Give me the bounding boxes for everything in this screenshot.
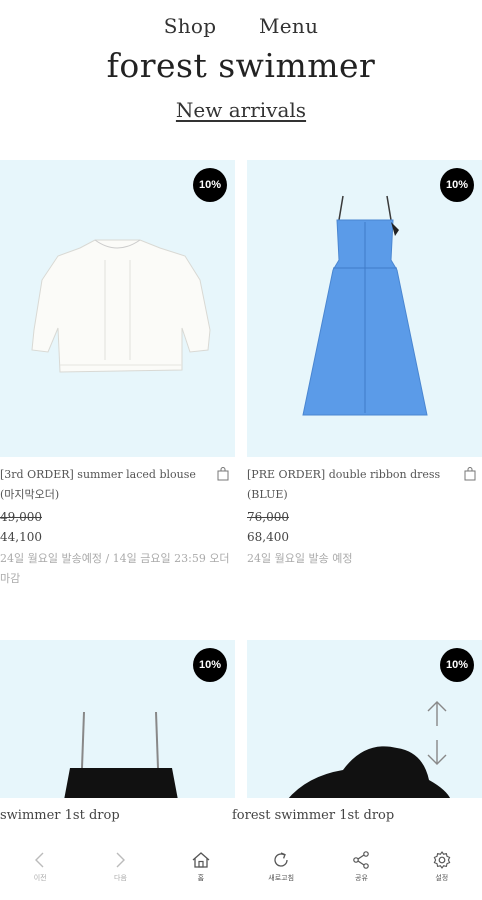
sale-price: 68,400: [247, 530, 289, 544]
bottom-bar: swimmer 1st drop forest swimmer 1st drop…: [0, 798, 482, 900]
share-button[interactable]: 공유: [321, 850, 401, 900]
discount-badge: 10%: [440, 648, 474, 682]
new-arrivals-link[interactable]: New arrivals: [176, 98, 306, 122]
refresh-label: 새로고침: [268, 874, 295, 882]
brand-logo[interactable]: forest swimmer: [0, 46, 482, 85]
home-icon: [192, 852, 210, 868]
shopping-bag-icon[interactable]: [217, 467, 229, 481]
nav-shop-link[interactable]: Shop: [164, 14, 217, 38]
product-image[interactable]: 10%: [0, 160, 235, 457]
refresh-button[interactable]: 새로고침: [241, 850, 321, 900]
marquee-banner[interactable]: swimmer 1st drop forest swimmer 1st drop: [0, 798, 482, 834]
site-header: Shop Menu forest swimmer New arrivals: [0, 0, 482, 150]
original-price: 49,000: [0, 510, 42, 524]
shopping-bag-icon[interactable]: [464, 467, 476, 481]
scroll-arrows[interactable]: [422, 698, 452, 770]
scroll-up-icon[interactable]: [427, 701, 447, 726]
prev-button[interactable]: 이전: [0, 850, 80, 900]
settings-button[interactable]: 설정: [402, 850, 482, 900]
dress-image: [302, 195, 428, 416]
home-label: 홈: [197, 874, 205, 882]
next-label: 다음: [114, 874, 127, 882]
discount-badge: 10%: [193, 168, 227, 202]
sale-price: 44,100: [0, 530, 42, 544]
original-price: 76,000: [247, 510, 289, 524]
product-image[interactable]: 10%: [0, 640, 235, 800]
next-button[interactable]: 다음: [80, 850, 160, 900]
product-name[interactable]: [3rd ORDER] summer laced blouse (마지막오더): [0, 465, 205, 505]
browser-toolbar: 이전 다음 홈 새로고침 공유 설정: [0, 850, 482, 900]
nav-menu-link[interactable]: Menu: [259, 14, 318, 38]
product-image[interactable]: 10%: [247, 160, 482, 457]
chevron-left-icon: [35, 852, 44, 868]
scroll-down-icon[interactable]: [427, 740, 447, 765]
settings-label: 설정: [435, 874, 449, 882]
blouse-image: [31, 239, 211, 373]
discount-badge: 10%: [440, 168, 474, 202]
discount-badge: 10%: [193, 648, 227, 682]
marquee-text: swimmer 1st drop: [0, 808, 120, 823]
share-label: 공유: [355, 874, 368, 882]
product-info: [3rd ORDER] summer laced blouse (마지막오더) …: [0, 465, 235, 589]
shipping-note: 24일 월요일 발송 예정: [247, 552, 353, 565]
product-info: [PRE ORDER] double ribbon dress (BLUE) 7…: [247, 465, 482, 569]
shipping-note: 24일 월요일 발송예정 / 14일 금요일 23:59 오더 마감: [0, 552, 230, 585]
product-name[interactable]: [PRE ORDER] double ribbon dress (BLUE): [247, 465, 452, 505]
home-button[interactable]: 홈: [161, 850, 241, 900]
refresh-icon: [274, 852, 288, 867]
share-icon: [353, 851, 370, 869]
marquee-text: forest swimmer 1st drop: [232, 808, 395, 823]
prev-label: 이전: [33, 874, 47, 882]
section-title: New arrivals: [0, 98, 482, 122]
gear-icon: [433, 851, 451, 869]
top-nav: Shop Menu: [0, 14, 482, 38]
chevron-right-icon: [116, 852, 126, 868]
